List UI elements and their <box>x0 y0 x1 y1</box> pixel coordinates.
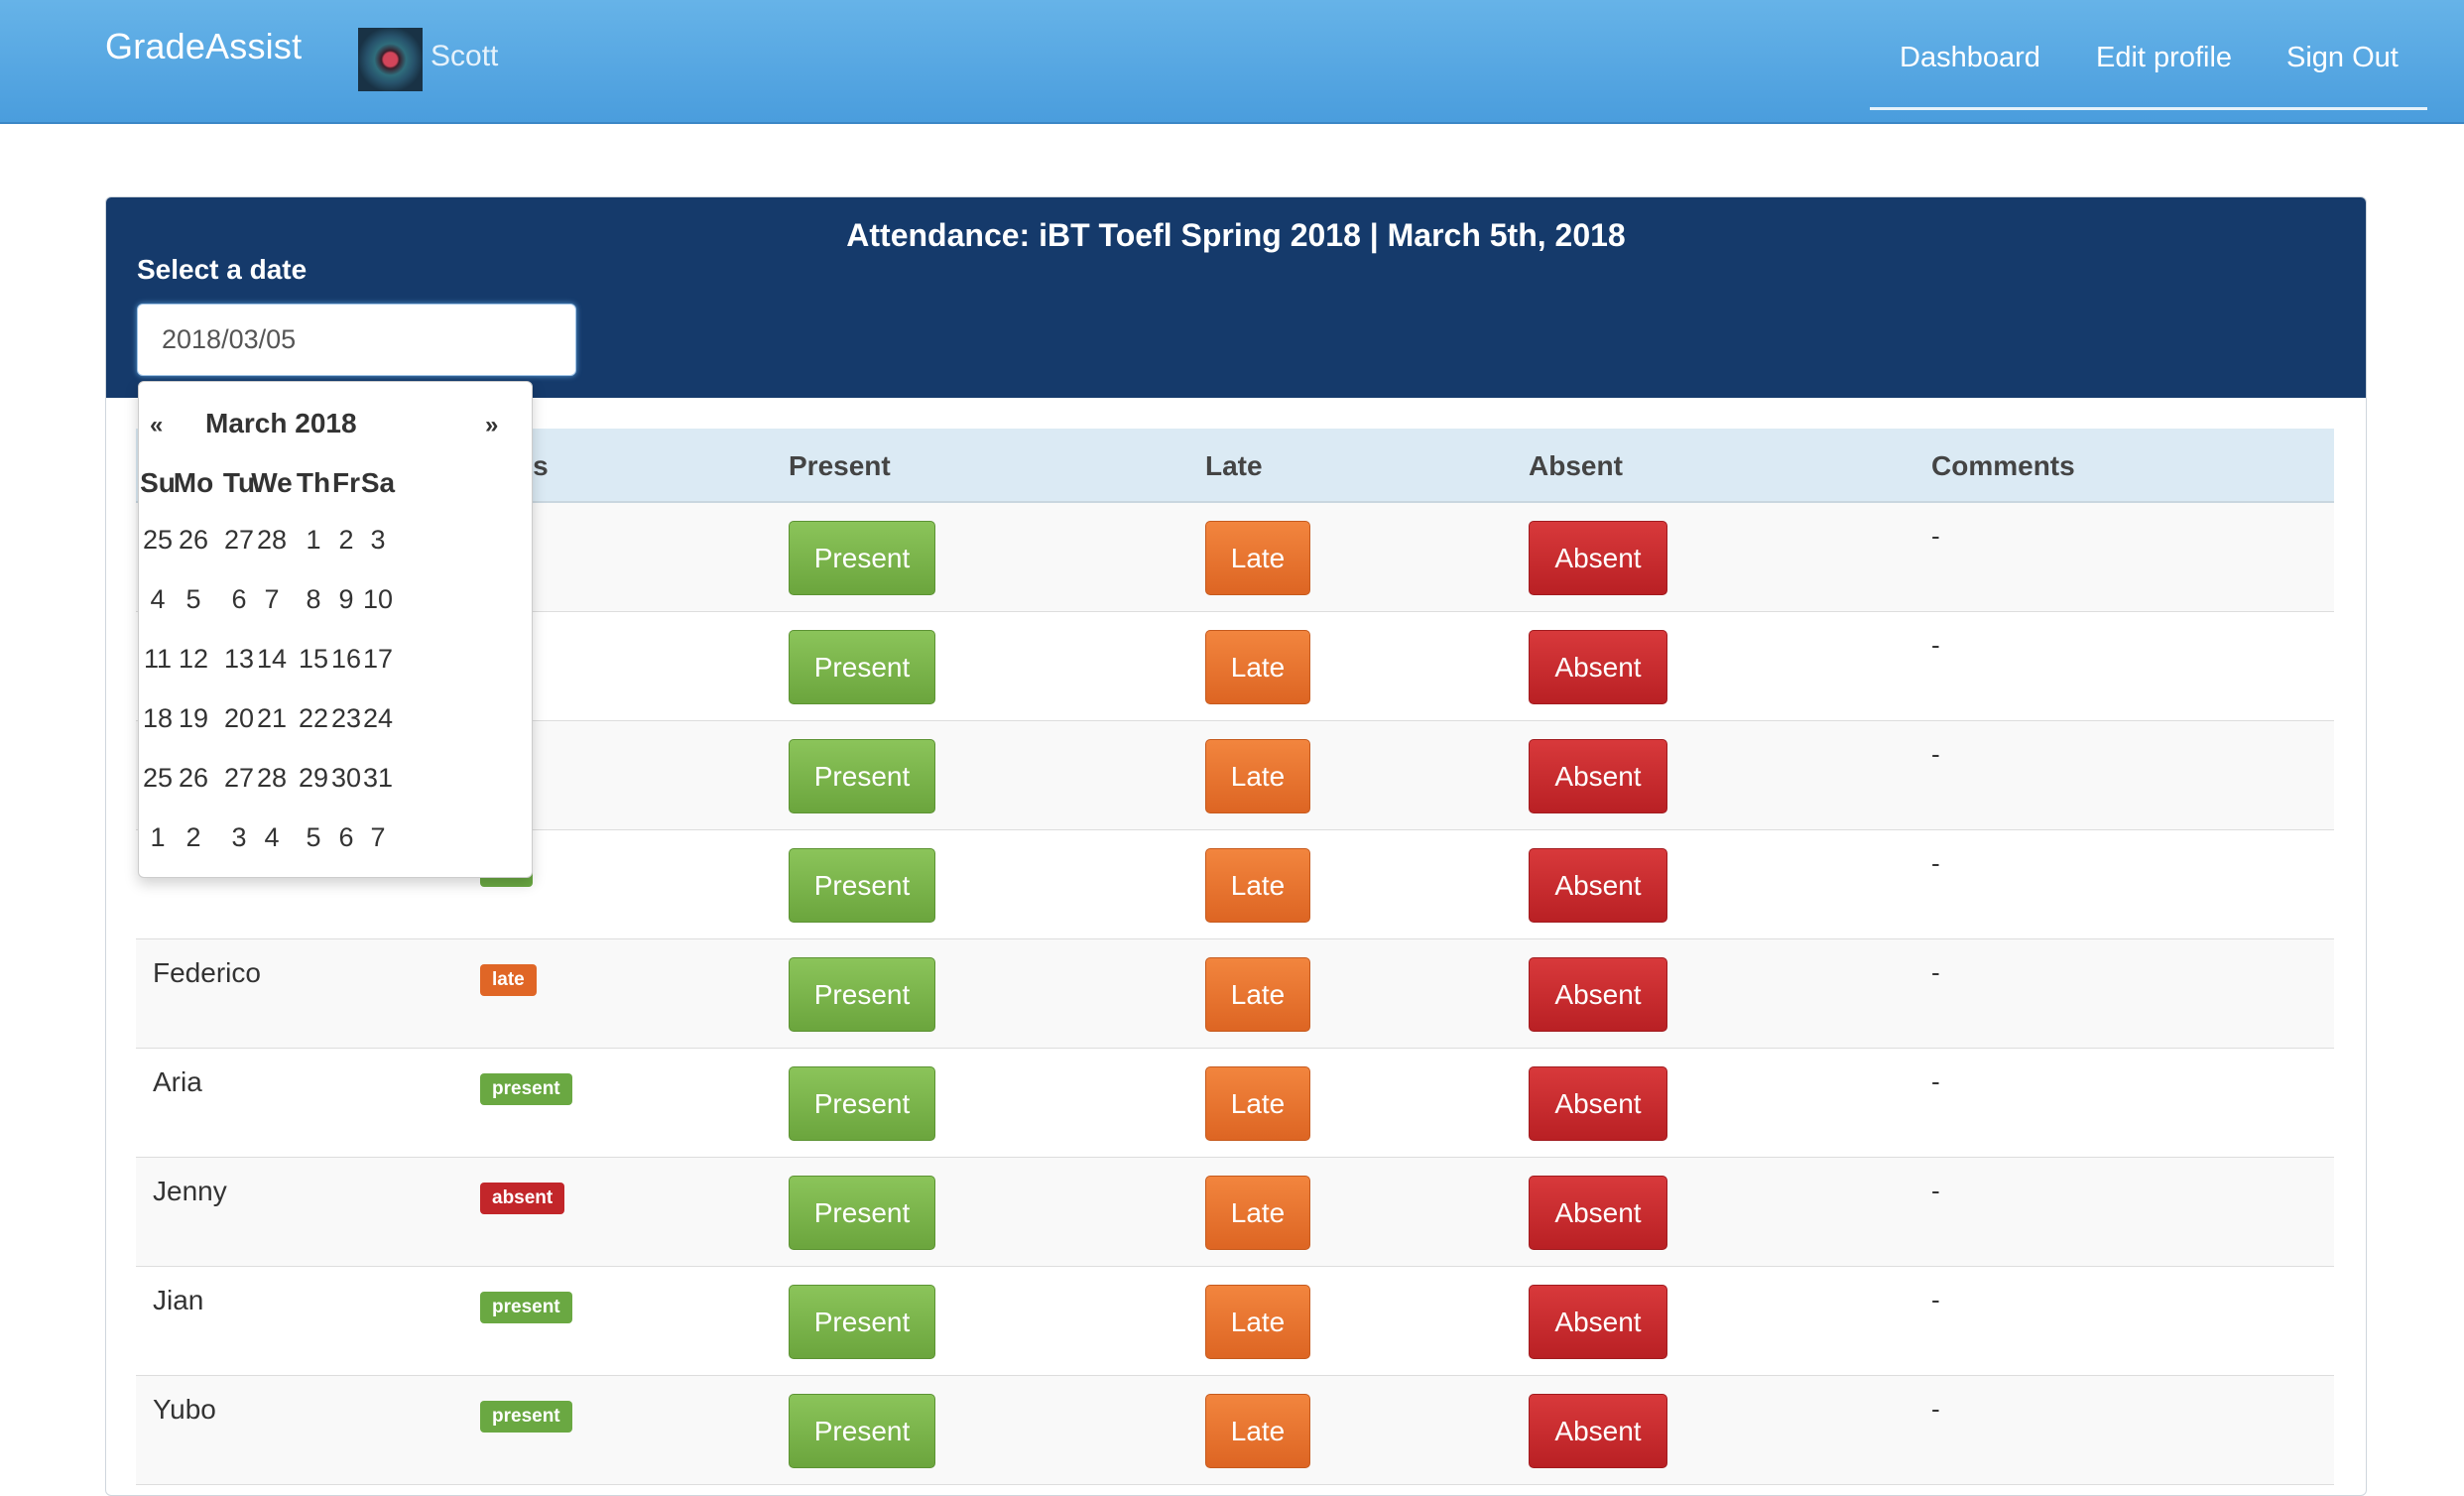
datepicker-day[interactable]: 10 <box>352 584 404 615</box>
table-row: Yubo present Present Late Absent - <box>136 1376 2334 1485</box>
datepicker-prev-button[interactable]: « <box>150 412 163 439</box>
datepicker-month-title[interactable]: March 2018 <box>205 408 357 439</box>
panel-header: Attendance: iBT Toefl Spring 2018 | Marc… <box>106 197 2366 398</box>
datepicker-day[interactable]: 2 <box>168 822 219 853</box>
table-row: Jian present Present Late Absent - <box>136 1267 2334 1376</box>
present-button[interactable]: Present <box>789 630 935 704</box>
datepicker-day[interactable]: 12 <box>168 644 219 675</box>
user-name[interactable]: Scott <box>431 40 498 73</box>
status-badge: present <box>480 1401 572 1433</box>
comment-text: - <box>1931 957 1940 987</box>
comment-text: - <box>1931 521 1940 551</box>
late-button[interactable]: Late <box>1205 739 1310 813</box>
absent-button[interactable]: Absent <box>1529 1066 1667 1141</box>
late-button[interactable]: Late <box>1205 848 1310 923</box>
present-button[interactable]: Present <box>789 739 935 813</box>
brand-logo[interactable]: GradeAssist <box>105 26 302 67</box>
datepicker-popup: « March 2018 » Su Mo Tu We Th Fr Sa 25 26 27 28 1 2 3… <box>138 381 533 878</box>
comment-text: - <box>1931 630 1940 660</box>
comment-text: - <box>1931 1066 1940 1096</box>
absent-button[interactable]: Absent <box>1529 739 1667 813</box>
datepicker-day[interactable]: 7 <box>352 822 404 853</box>
top-navbar: GradeAssist Scott Dashboard Edit profile… <box>0 0 2464 124</box>
datepicker-day[interactable]: 17 <box>352 644 404 675</box>
late-button[interactable]: Late <box>1205 630 1310 704</box>
datepicker-weekday: Mo <box>173 467 214 498</box>
nav-underline <box>1870 107 2427 110</box>
late-button[interactable]: Late <box>1205 1394 1310 1468</box>
datepicker-day[interactable]: 26 <box>168 763 219 794</box>
status-badge: present <box>480 1073 572 1105</box>
absent-button[interactable]: Absent <box>1529 1176 1667 1250</box>
datepicker-day[interactable]: 5 <box>168 584 219 615</box>
present-button[interactable]: Present <box>789 1394 935 1468</box>
comment-text: - <box>1931 1285 1940 1314</box>
present-button[interactable]: Present <box>789 1285 935 1359</box>
datepicker-day[interactable]: 24 <box>352 703 404 734</box>
student-name: Jian <box>153 1285 204 1315</box>
nav-dashboard-link[interactable]: Dashboard <box>1900 42 2040 74</box>
table-row: Federico late Present Late Absent - <box>136 939 2334 1049</box>
comment-text: - <box>1931 1394 1940 1424</box>
datepicker-weekday: Sa <box>360 467 396 498</box>
header-comments: Comments <box>1931 450 2075 481</box>
header-absent: Absent <box>1529 450 1623 481</box>
late-button[interactable]: Late <box>1205 1285 1310 1359</box>
header-late: Late <box>1205 450 1263 481</box>
absent-button[interactable]: Absent <box>1529 521 1667 595</box>
present-button[interactable]: Present <box>789 1066 935 1141</box>
status-badge: absent <box>480 1183 565 1214</box>
datepicker-day[interactable]: 3 <box>352 525 404 556</box>
absent-button[interactable]: Absent <box>1529 1285 1667 1359</box>
header-present: Present <box>789 450 891 481</box>
student-name: Jenny <box>153 1176 227 1206</box>
absent-button[interactable]: Absent <box>1529 1394 1667 1468</box>
date-input[interactable] <box>137 304 576 376</box>
late-button[interactable]: Late <box>1205 1066 1310 1141</box>
comment-text: - <box>1931 1176 1940 1205</box>
page-title: Attendance: iBT Toefl Spring 2018 | Marc… <box>846 217 1626 253</box>
absent-button[interactable]: Absent <box>1529 848 1667 923</box>
present-button[interactable]: Present <box>789 848 935 923</box>
student-name: Yubo <box>153 1394 216 1425</box>
table-row: Jenny absent Present Late Absent - <box>136 1158 2334 1267</box>
present-button[interactable]: Present <box>789 1176 935 1250</box>
comment-text: - <box>1931 848 1940 878</box>
late-button[interactable]: Late <box>1205 957 1310 1032</box>
status-badge: present <box>480 1292 572 1323</box>
late-button[interactable]: Late <box>1205 521 1310 595</box>
student-name: Aria <box>153 1066 202 1097</box>
table-row: Aria present Present Late Absent - <box>136 1049 2334 1158</box>
present-button[interactable]: Present <box>789 521 935 595</box>
absent-button[interactable]: Absent <box>1529 957 1667 1032</box>
datepicker-day[interactable]: 19 <box>168 703 219 734</box>
date-label: Select a date <box>137 254 308 285</box>
datepicker-day[interactable]: 31 <box>352 763 404 794</box>
present-button[interactable]: Present <box>789 957 935 1032</box>
comment-text: - <box>1931 739 1940 769</box>
datepicker-next-button[interactable]: » <box>485 412 498 439</box>
nav-edit-profile-link[interactable]: Edit profile <box>2096 42 2232 74</box>
student-name: Federico <box>153 957 261 988</box>
nav-sign-out-link[interactable]: Sign Out <box>2286 42 2399 74</box>
status-badge: late <box>480 964 537 996</box>
datepicker-day[interactable]: 26 <box>168 525 219 556</box>
user-avatar[interactable] <box>358 28 423 91</box>
absent-button[interactable]: Absent <box>1529 630 1667 704</box>
late-button[interactable]: Late <box>1205 1176 1310 1250</box>
